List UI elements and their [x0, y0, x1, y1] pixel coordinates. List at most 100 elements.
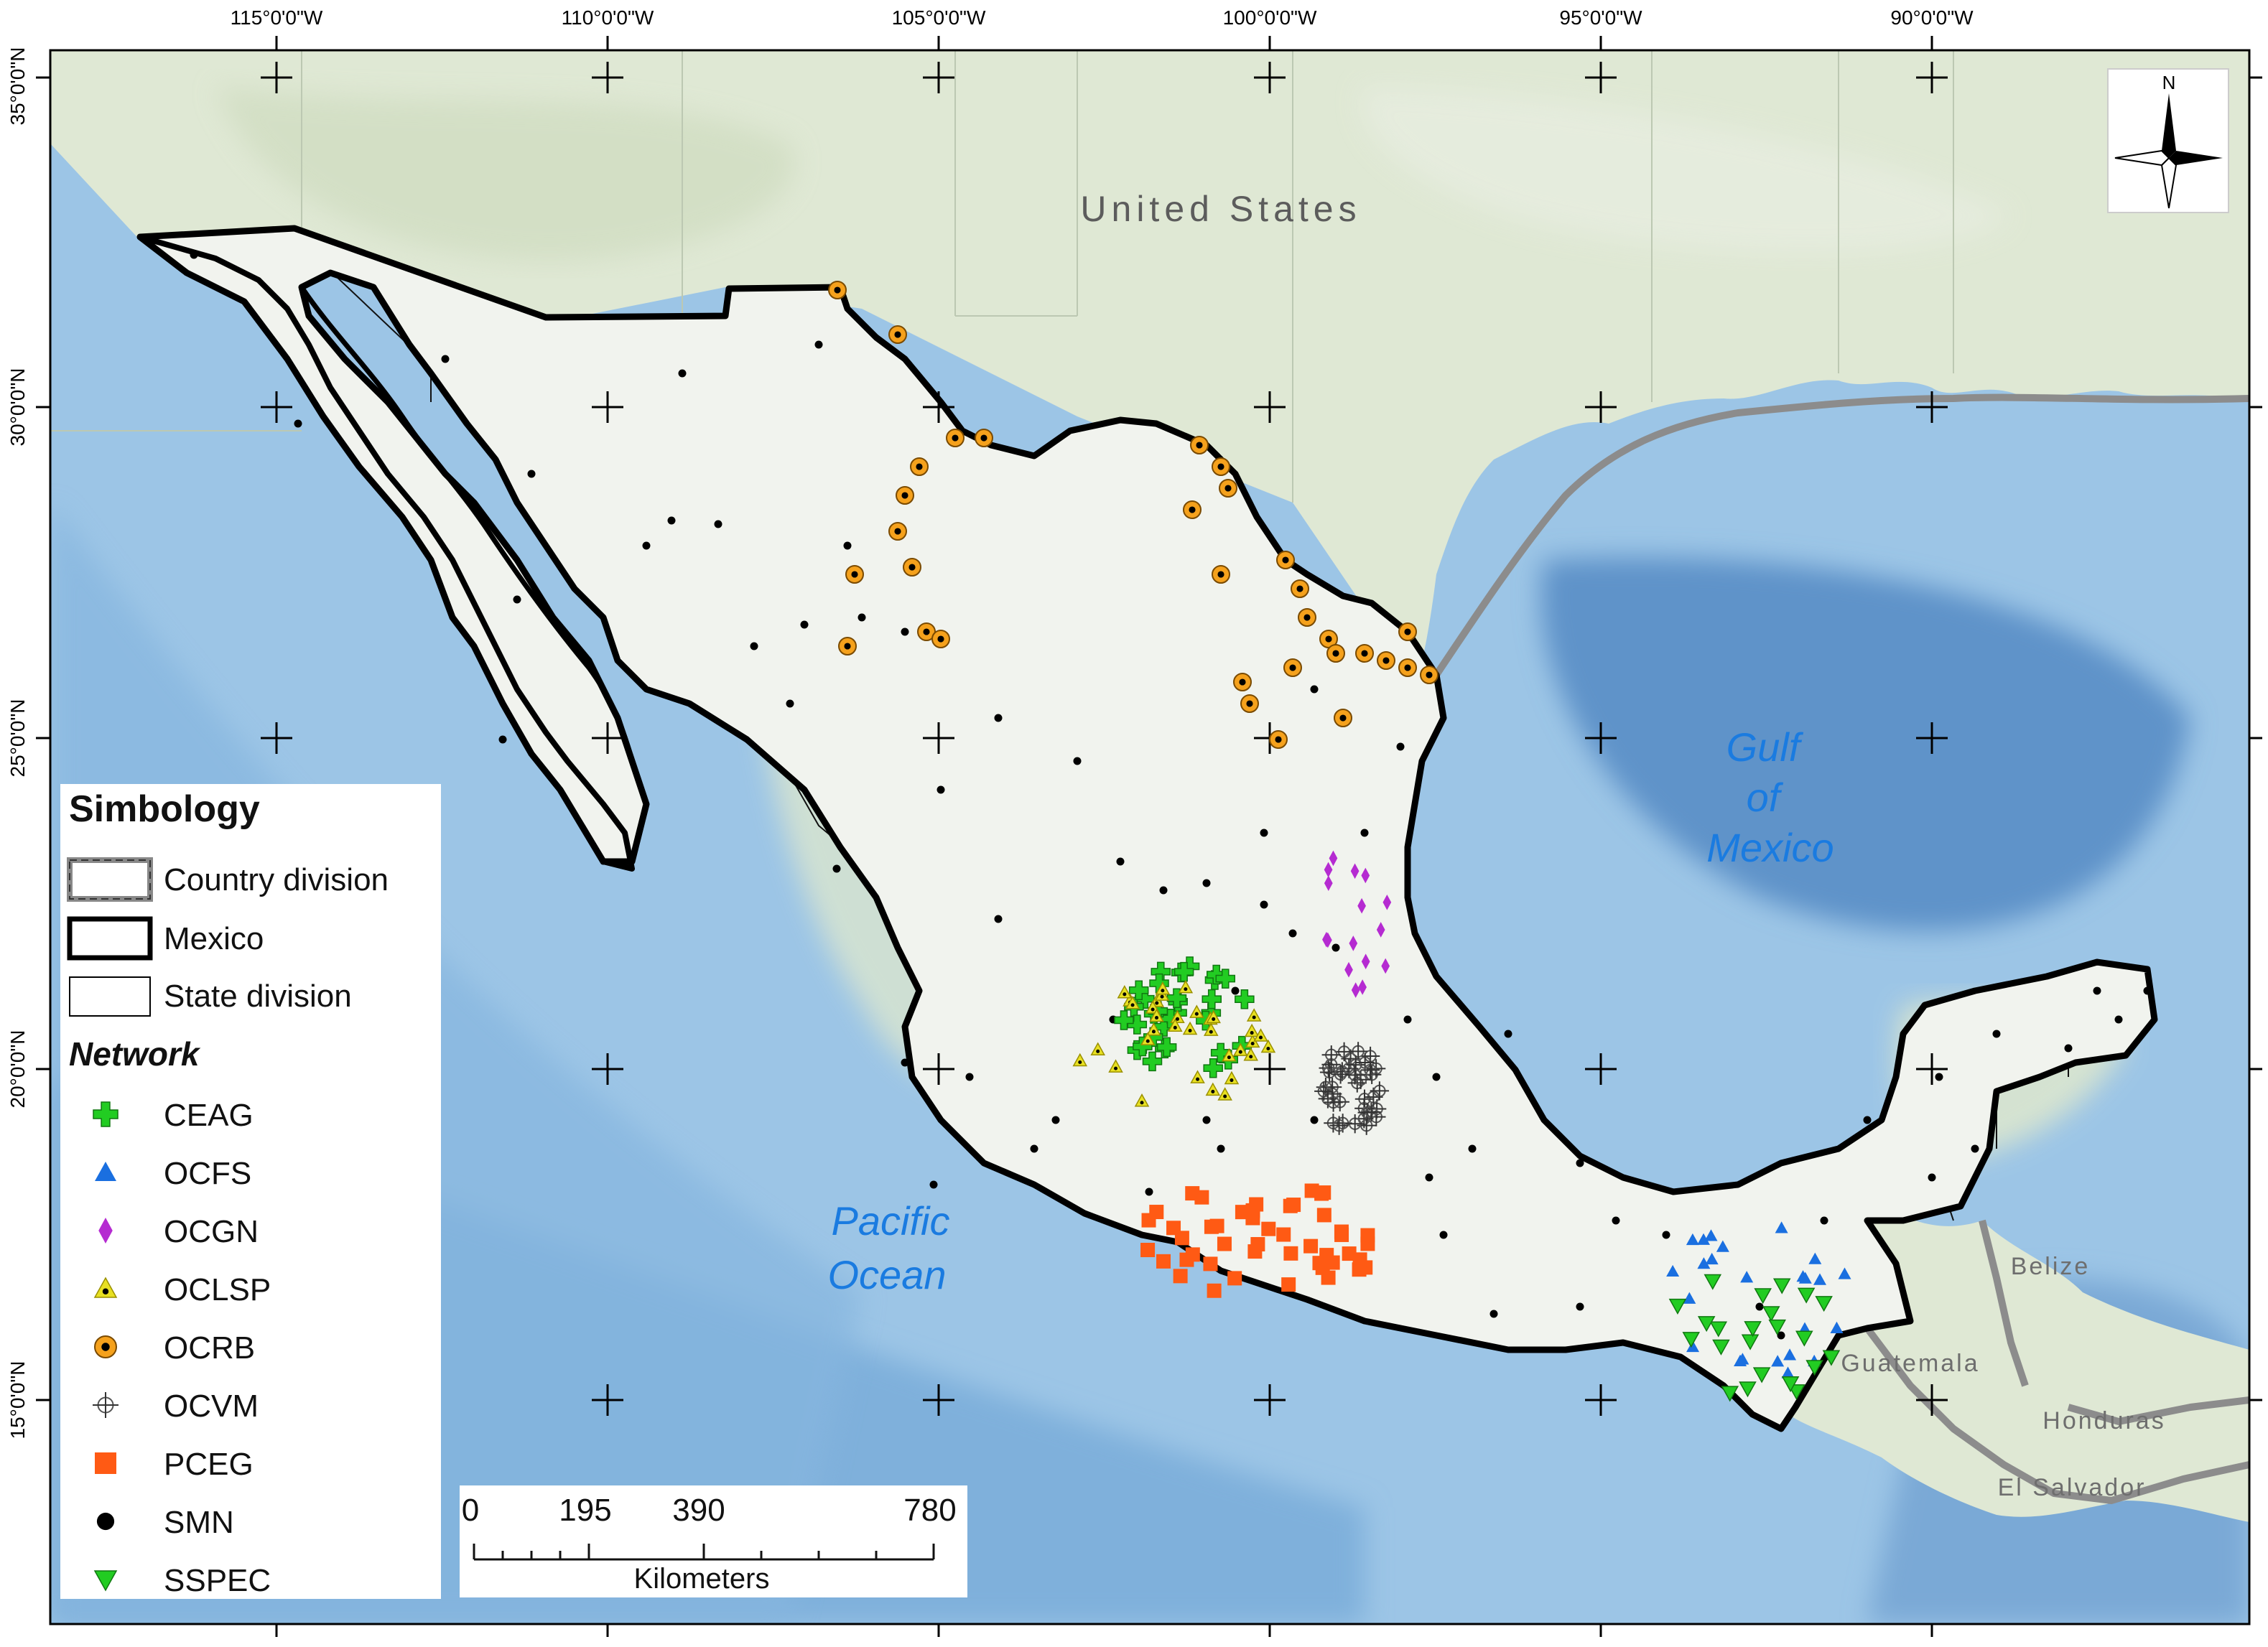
legend: Simbology Country division Mexico State …	[60, 784, 441, 1599]
station-smn	[843, 541, 852, 550]
pacific-line: Pacific	[832, 1198, 950, 1244]
station-smn	[1576, 1302, 1584, 1311]
station-smn	[1202, 1116, 1211, 1124]
station-pceg	[1140, 1243, 1156, 1258]
map-canvas: 115°0'0"W 110°0'0"W 105°0'0"W 100°0'0"W …	[0, 0, 2268, 1643]
station-pceg	[1276, 1227, 1291, 1242]
station-pceg	[1174, 1231, 1189, 1246]
legend-label-ocgn: OCGN	[164, 1214, 259, 1249]
label-guatemala: Guatemala	[1841, 1350, 1979, 1377]
station-pceg	[1283, 1246, 1298, 1261]
station-smn	[1504, 1030, 1512, 1038]
station-ocrb	[1269, 730, 1288, 749]
station-smn	[1755, 1302, 1764, 1311]
station-ocrb	[1355, 644, 1374, 663]
station-smn	[1468, 1144, 1477, 1153]
legend-symbol-pceg	[95, 1452, 116, 1474]
station-smn	[190, 251, 198, 259]
lon-label: 100°0'0"W	[1223, 6, 1317, 29]
scale-tick-label: 390	[672, 1493, 725, 1528]
lon-label: 105°0'0"W	[892, 6, 986, 29]
station-smn	[965, 1073, 974, 1081]
station-ocrb	[946, 429, 965, 447]
gulf-line: of	[1747, 775, 1784, 820]
station-smn	[929, 1180, 938, 1189]
station-smn	[1396, 742, 1405, 751]
station-pceg	[1173, 1269, 1188, 1284]
scale-tick-label: 780	[903, 1493, 956, 1528]
station-ocrb	[1291, 579, 1309, 598]
station-smn	[2114, 1015, 2123, 1024]
station-smn	[1992, 1030, 2001, 1038]
label-united-states: United States	[1080, 189, 1361, 229]
legend-network-title: Network	[69, 1035, 201, 1073]
station-smn	[441, 355, 450, 363]
station-smn	[901, 1058, 909, 1067]
station-ocrb	[838, 637, 857, 655]
station-smn	[994, 714, 1003, 722]
station-ocrb	[896, 486, 914, 505]
station-ocrb	[931, 630, 950, 648]
station-smn	[1662, 1231, 1670, 1239]
lon-label: 95°0'0"W	[1559, 6, 1642, 29]
station-smn	[858, 613, 866, 622]
station-pceg	[1156, 1254, 1171, 1269]
station-smn	[642, 541, 651, 550]
station-smn	[1145, 1188, 1153, 1196]
station-smn	[1820, 1216, 1828, 1225]
station-smn	[901, 627, 909, 636]
station-smn	[1935, 1073, 1943, 1081]
station-pceg	[1185, 1186, 1200, 1201]
station-ocrb	[1377, 651, 1395, 670]
legend-label-smn: SMN	[164, 1505, 234, 1540]
station-smn	[800, 620, 809, 629]
station-ocrb	[888, 522, 907, 541]
station-ocrb	[1398, 622, 1417, 641]
scale-bar-unit: Kilometers	[634, 1563, 770, 1595]
station-ocrb	[1212, 457, 1230, 476]
legend-label-ocvm: OCVM	[164, 1389, 259, 1424]
lat-label: 35°0'0"N	[6, 47, 29, 126]
station-smn	[1425, 1173, 1433, 1182]
station-pceg	[1319, 1248, 1334, 1263]
station-smn	[1260, 900, 1268, 909]
station-pceg	[1321, 1270, 1336, 1285]
station-smn	[1489, 1310, 1498, 1318]
lat-label: 30°0'0"N	[6, 368, 29, 447]
station-smn	[1310, 1116, 1319, 1124]
station-ocrb	[975, 429, 993, 447]
legend-label-sspec: SSPEC	[164, 1563, 271, 1598]
gulf-line: Gulf	[1726, 724, 1804, 770]
station-ocrb	[1398, 658, 1417, 677]
scale-tick-label: 0	[462, 1493, 479, 1528]
gulf-line: Mexico	[1706, 825, 1834, 870]
station-pceg	[1207, 1283, 1222, 1298]
station-smn	[750, 642, 758, 650]
station-smn	[2064, 1044, 2073, 1053]
legend-label-pceg: PCEG	[164, 1447, 254, 1482]
swatch-country-division	[67, 857, 153, 902]
legend-label-ceag: CEAG	[164, 1098, 254, 1133]
station-smn	[994, 915, 1003, 923]
station-smn	[1576, 1159, 1584, 1167]
station-pceg	[1352, 1262, 1367, 1277]
station-ocrb	[1233, 673, 1252, 691]
legend-title: Simbology	[69, 788, 260, 830]
lat-label: 15°0'0"N	[6, 1361, 29, 1440]
station-smn	[2143, 986, 2152, 995]
legend-symbol-smn	[96, 1512, 115, 1531]
station-smn	[1159, 886, 1168, 895]
station-smn	[1360, 829, 1369, 837]
label-honduras: Honduras	[2042, 1407, 2165, 1434]
label-el-salvador: El Salvador	[1998, 1474, 2147, 1501]
swatch-state-division	[69, 976, 151, 1017]
station-smn	[1231, 986, 1240, 995]
station-smn	[714, 520, 722, 528]
station-smn	[1331, 943, 1340, 952]
lat-label: 25°0'0"N	[6, 699, 29, 778]
station-ocrb	[845, 565, 864, 584]
station-smn	[1051, 1116, 1060, 1124]
station-ocrb	[1190, 436, 1209, 454]
station-smn	[937, 785, 945, 794]
station-ocrb	[1276, 551, 1295, 569]
